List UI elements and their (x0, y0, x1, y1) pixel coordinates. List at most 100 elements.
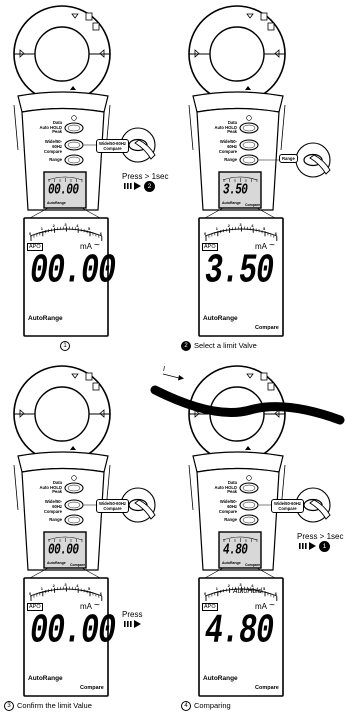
scale-tick-label: 0 (204, 591, 207, 596)
grip-line-left (188, 104, 194, 151)
button-label-line: Compare (43, 148, 62, 154)
large-lcd-value: 00.00 (30, 249, 116, 296)
mini-lcd-mode: AutoRange (222, 561, 241, 565)
scale-tick-label: 2 (227, 222, 230, 228)
mini-lcd-mode: AutoRange (222, 201, 241, 205)
grip-line-left (13, 104, 19, 151)
meter-button-1 (239, 482, 259, 494)
button-label-line: Range (224, 156, 237, 162)
button-label-2: Wide/50-60Hz Compare (38, 500, 62, 514)
arrow-stripe (124, 621, 126, 627)
scale-tick-label: 6 (274, 591, 278, 596)
large-lcd-mode: AutoRange (28, 315, 63, 322)
callout-label-line: Compare (278, 506, 297, 511)
callout-label: Range (279, 154, 298, 163)
grip-line-left (188, 464, 194, 511)
panel-step-1: Data Auto HOLD Peak Wide/50-60Hz Compare Rang… (0, 0, 171, 360)
press-instruction: Press > 1sec (297, 532, 344, 541)
category-badge (260, 12, 268, 21)
scale-tick-label: 3 (239, 581, 242, 587)
callout-label-line: Compare (103, 146, 122, 151)
arrow-head (134, 620, 141, 628)
button-label-line: Compare (43, 508, 62, 514)
callout-label-line: Range (282, 156, 295, 161)
button-label-line: Range (49, 156, 62, 162)
category-badge (85, 372, 93, 381)
step-number: 2 (181, 341, 191, 352)
button-label-line: Peak (52, 129, 62, 135)
arrow-stripe (302, 543, 304, 549)
arrow-stripe (305, 543, 307, 549)
scale-tick-label: 3 (239, 221, 242, 227)
step-caption: 2 Select a limit Valve (181, 341, 257, 352)
large-lcd-compare: Compare (80, 685, 104, 691)
callout-label: Wide/50-60Hz Compare (96, 139, 129, 153)
button-label-line: Range (224, 516, 237, 522)
scale-tick-label: 2 (52, 582, 55, 588)
button-label-2: Wide/50-60Hz Compare (213, 500, 237, 514)
scale-tick-label: 1 (215, 586, 219, 592)
step-caption: 4 Comparing (181, 701, 231, 712)
large-lcd-mode: AutoRange (203, 315, 238, 322)
meter-button-3 (64, 154, 84, 166)
step-number: 1 (60, 341, 70, 352)
arrow-stripe (130, 621, 132, 627)
step-caption-text: Confirm the limit Value (17, 701, 92, 710)
large-lcd-mode: AutoRange (28, 675, 63, 682)
press-instruction: Press > 1sec (122, 172, 169, 181)
clamp-jaw-inner (34, 26, 90, 82)
scale-tick-label: 4 (76, 582, 79, 588)
scale-tick-label: 6 (99, 231, 103, 236)
mini-lcd-value: 4.80 (223, 543, 248, 559)
meter-button-2 (239, 139, 259, 151)
category-badge-2 (92, 382, 100, 391)
button-label-line: Peak (52, 489, 62, 495)
scale-tick-label: 2 (227, 582, 230, 588)
scale-tick-label: 1 (40, 226, 44, 232)
button-label-line: Peak (227, 489, 237, 495)
clamp-jaw-inner (209, 26, 265, 82)
scale-tick-label: 3 (64, 581, 67, 587)
button-label-1: Data Auto HOLD Peak (213, 120, 237, 135)
meter-button-2 (239, 499, 259, 511)
grip-line-right (280, 104, 286, 151)
step-caption-text: Select a limit Valve (194, 341, 257, 350)
large-lcd-mode: AutoRange (203, 675, 238, 682)
meter-drawing (13, 365, 156, 697)
button-label-3: Range (213, 516, 237, 523)
scale-tick-label: 2 (52, 222, 55, 228)
step-caption: 1 (60, 341, 73, 352)
callout-label-line: Compare (103, 506, 122, 511)
category-badge (260, 372, 268, 381)
mini-lcd-value: 00.00 (48, 183, 79, 199)
arrow-stripe (124, 183, 126, 189)
scale-tick-label: 5 (263, 586, 266, 592)
arrow-head (309, 542, 316, 550)
button-label-3: Range (38, 516, 62, 523)
large-lcd-compare: Compare (255, 685, 279, 691)
mini-lcd-mode: AutoRange (47, 201, 66, 205)
press-arrow (299, 542, 316, 550)
arrow-stripe (127, 621, 129, 627)
button-label-line: Range (49, 516, 62, 522)
button-label-3: Range (213, 156, 237, 163)
large-lcd-value: 3.50 (205, 249, 274, 296)
category-badge-2 (92, 22, 100, 31)
button-label-line: Peak (227, 129, 237, 135)
next-step-marker: 1 (319, 541, 330, 552)
current-label: I (163, 366, 165, 373)
mini-lcd-compare: Compare (245, 563, 261, 567)
arrow-stripe (299, 543, 301, 549)
scale-tick-label: 5 (88, 586, 91, 592)
meter-drawing (188, 5, 331, 337)
scale-tick-label: 3 (64, 221, 67, 227)
large-lcd-value: 4.80 (205, 609, 274, 656)
mini-lcd-mode: AutoRange (47, 561, 66, 565)
scale-tick-label: 6 (274, 231, 278, 236)
scale-tick-label: 0 (204, 231, 207, 236)
step-caption: 3 Confirm the limit Value (4, 701, 92, 712)
meter-button-3 (64, 514, 84, 526)
button-label-2: Wide/50-60Hz Compare (38, 140, 62, 154)
button-label-line: Compare (218, 508, 237, 514)
button-label-3: Range (38, 156, 62, 163)
